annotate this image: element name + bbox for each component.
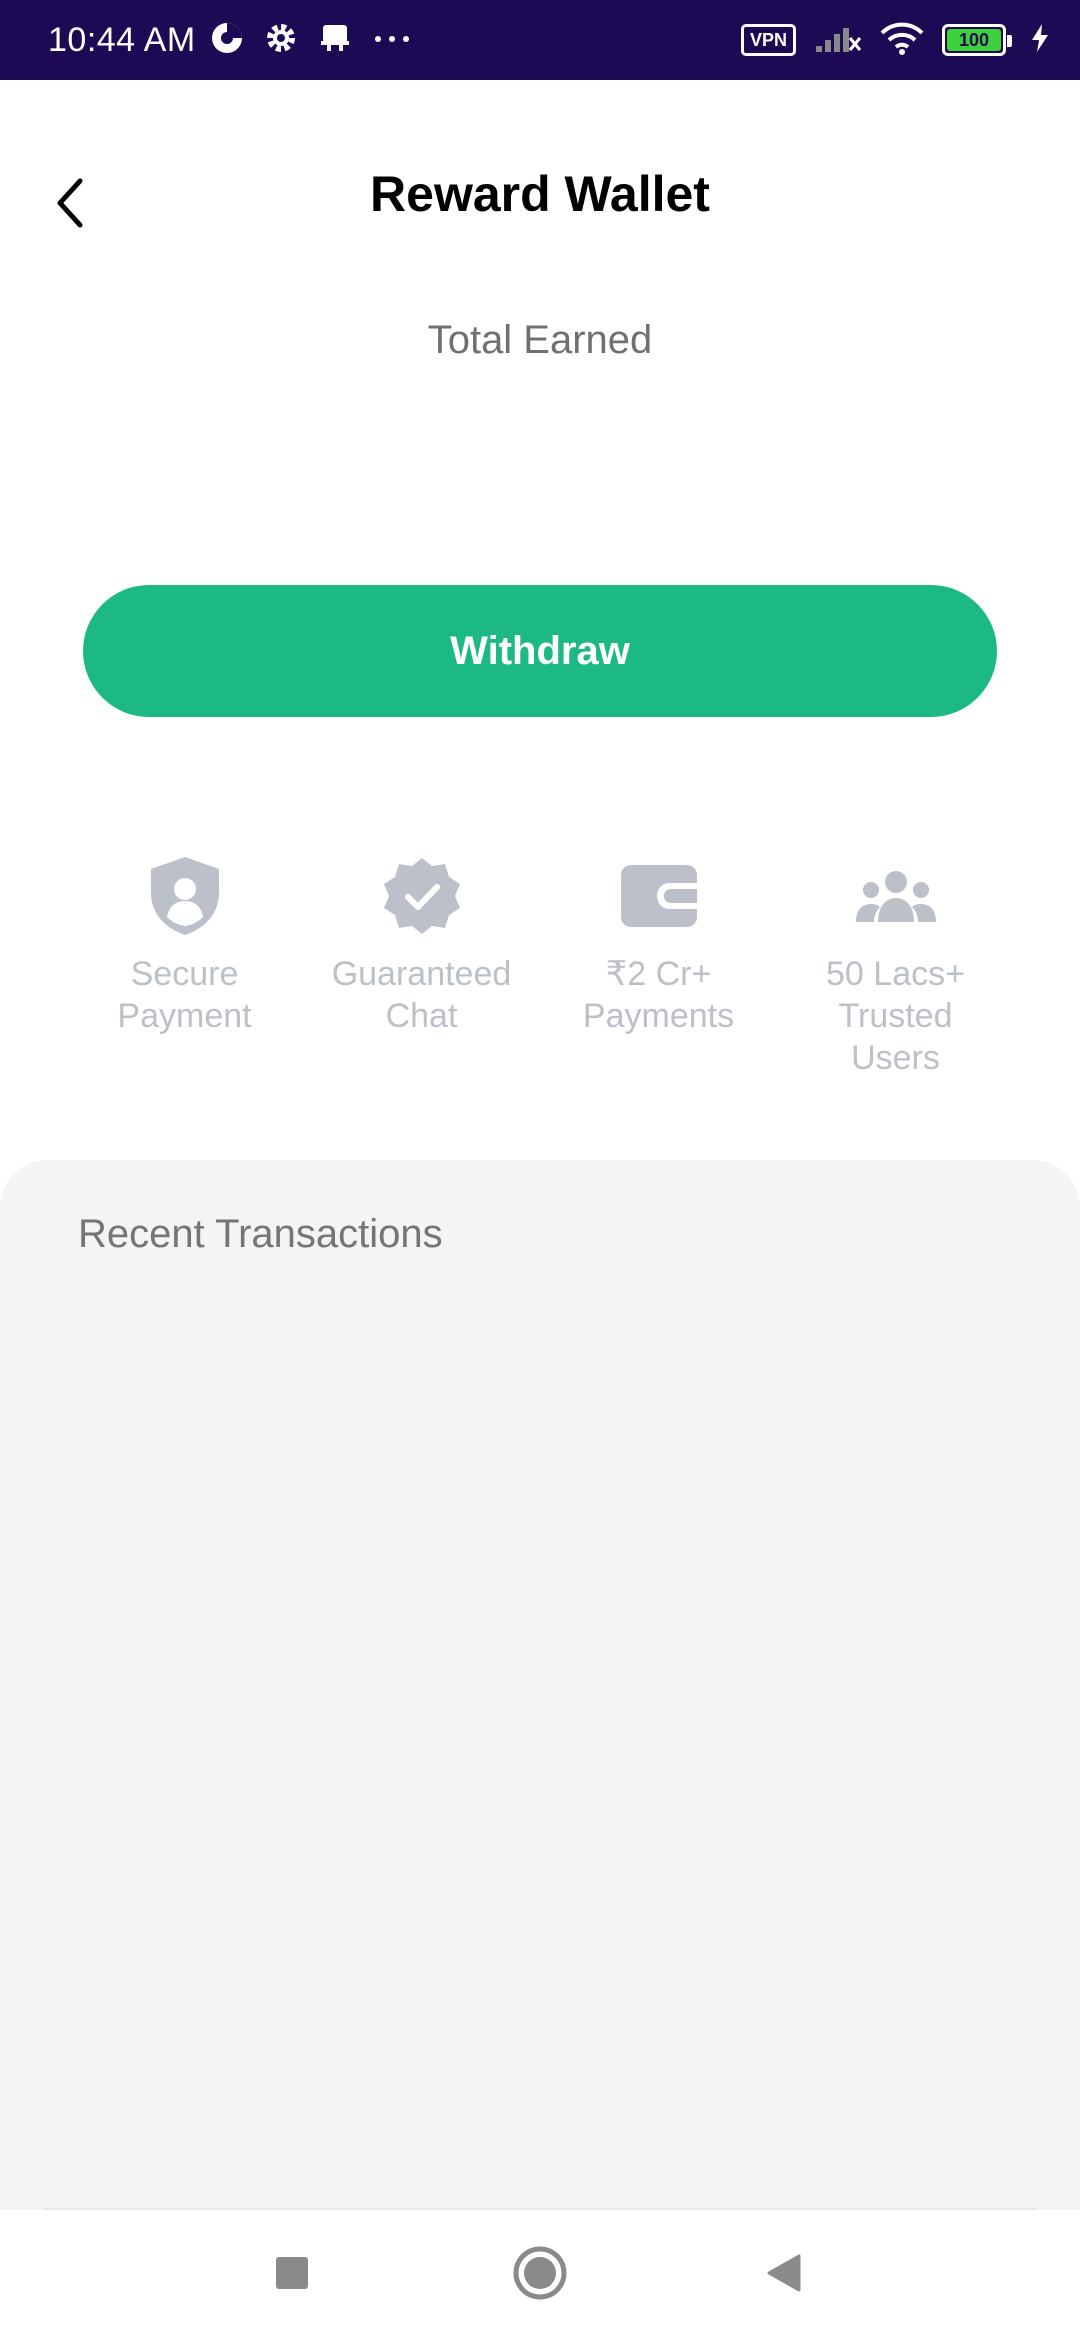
battery-level: 100: [958, 29, 990, 50]
home-circle-icon: [512, 2245, 568, 2306]
feature-label: Secure Payment: [117, 955, 252, 1035]
status-bar: 10:44 AM VPN 100: [0, 0, 1080, 80]
data-saver-icon: [210, 21, 244, 60]
battery-icon: 100: [942, 24, 1012, 56]
feature-label: 50 Lacs+ Trusted Users: [826, 955, 965, 1077]
wifi-icon: [880, 21, 924, 60]
withdraw-button[interactable]: Withdraw: [83, 585, 997, 717]
vpn-badge: VPN: [740, 24, 796, 56]
charging-icon: [1030, 23, 1050, 58]
feature-label: Guaranteed Chat: [331, 955, 512, 1035]
feature-secure-payment: Secure Payment: [66, 855, 303, 1079]
feature-guaranteed-chat: Guaranteed Chat: [303, 855, 540, 1079]
signal-icon: [814, 22, 862, 59]
settings-icon: [264, 21, 298, 60]
feature-label: ₹2 Cr+ Payments: [582, 955, 735, 1035]
trust-features: Secure Payment Guaranteed Chat ₹2 Cr+ Pa…: [0, 855, 1080, 1079]
feature-payments: ₹2 Cr+ Payments: [540, 855, 777, 1079]
wallet-icon: [614, 855, 704, 937]
recent-transactions-title: Recent Transactions: [78, 1212, 443, 1256]
feature-trusted-users: 50 Lacs+ Trusted Users: [777, 855, 1014, 1079]
home-button[interactable]: [500, 2235, 580, 2315]
back-nav-button[interactable]: [745, 2235, 825, 2315]
system-nav-bar: [0, 2210, 1080, 2340]
verified-badge-icon: [377, 855, 467, 937]
recents-square-icon: [274, 2255, 310, 2296]
total-earned-label: Total Earned: [427, 318, 653, 362]
users-group-icon: [851, 855, 941, 937]
recent-transactions-panel: Recent Transactions: [0, 1160, 1080, 2210]
shield-user-icon: [140, 855, 230, 937]
recents-button[interactable]: [252, 2235, 332, 2315]
notification-icon: [318, 21, 352, 60]
status-time: 10:44 AM: [48, 20, 196, 59]
page-title: Reward Wallet: [370, 166, 710, 222]
more-dots-icon: [372, 31, 412, 49]
back-triangle-icon: [765, 2253, 805, 2298]
